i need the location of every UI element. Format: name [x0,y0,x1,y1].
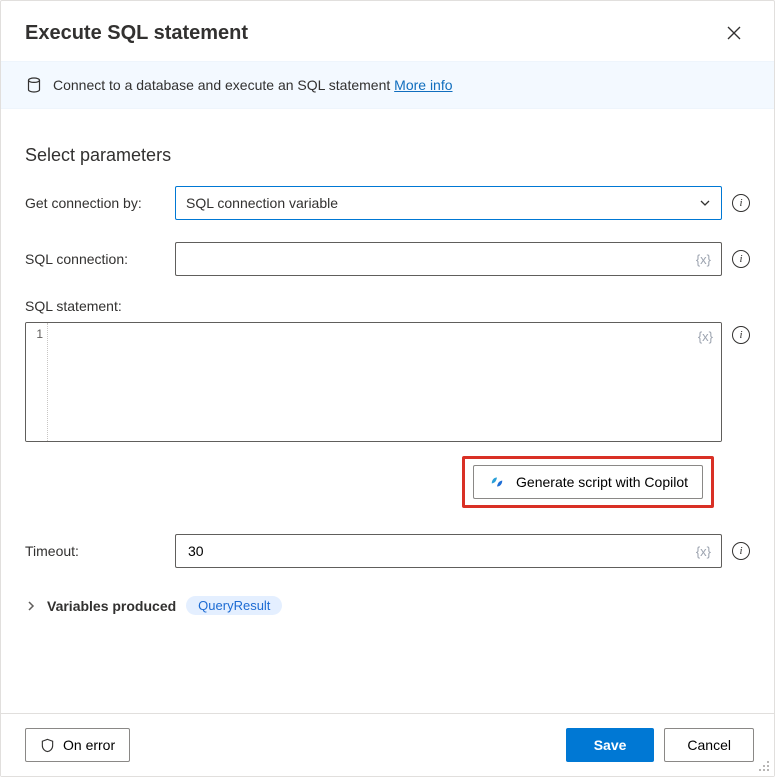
on-error-label: On error [63,737,115,753]
get-connection-by-select[interactable]: SQL connection variable [175,186,722,220]
close-icon [727,26,741,40]
copilot-icon [488,473,506,491]
info-bar: Connect to a database and execute an SQL… [1,61,774,109]
sql-connection-info-icon[interactable]: i [732,250,750,268]
on-error-button[interactable]: On error [25,728,130,762]
more-info-link[interactable]: More info [394,77,452,93]
database-icon [25,76,43,94]
dialog-title: Execute SQL statement [25,22,248,45]
variables-produced-label[interactable]: Variables produced [47,598,176,614]
variable-picker-icon[interactable]: {x} [692,544,711,559]
close-button[interactable] [718,17,750,49]
get-connection-by-label: Get connection by: [25,195,165,211]
sql-statement-info-icon[interactable]: i [732,326,750,344]
sql-statement-editor[interactable]: 1 {x} [25,322,722,442]
chevron-down-icon [699,197,711,209]
resize-grip[interactable] [758,760,770,772]
generate-button-label: Generate script with Copilot [516,474,688,490]
chevron-right-icon[interactable] [25,600,37,612]
sql-statement-label: SQL statement: [25,298,750,314]
generate-button-highlight: Generate script with Copilot [462,456,714,508]
generate-script-copilot-button[interactable]: Generate script with Copilot [473,465,703,499]
get-connection-by-info-icon[interactable]: i [732,194,750,212]
sql-connection-input[interactable] [186,250,692,268]
timeout-input[interactable] [186,542,692,560]
variable-picker-icon[interactable]: {x} [692,252,711,267]
sql-connection-label: SQL connection: [25,251,165,267]
save-button[interactable]: Save [566,728,655,762]
cancel-button[interactable]: Cancel [664,728,754,762]
timeout-label: Timeout: [25,543,165,559]
timeout-info-icon[interactable]: i [732,542,750,560]
sql-statement-textarea[interactable] [48,323,721,441]
shield-icon [40,738,55,753]
variable-picker-icon[interactable]: {x} [698,329,713,344]
section-title: Select parameters [25,145,750,166]
get-connection-by-value: SQL connection variable [186,195,338,211]
line-number-gutter: 1 [26,323,48,441]
variable-badge-queryresult[interactable]: QueryResult [186,596,282,615]
info-text: Connect to a database and execute an SQL… [53,77,394,93]
